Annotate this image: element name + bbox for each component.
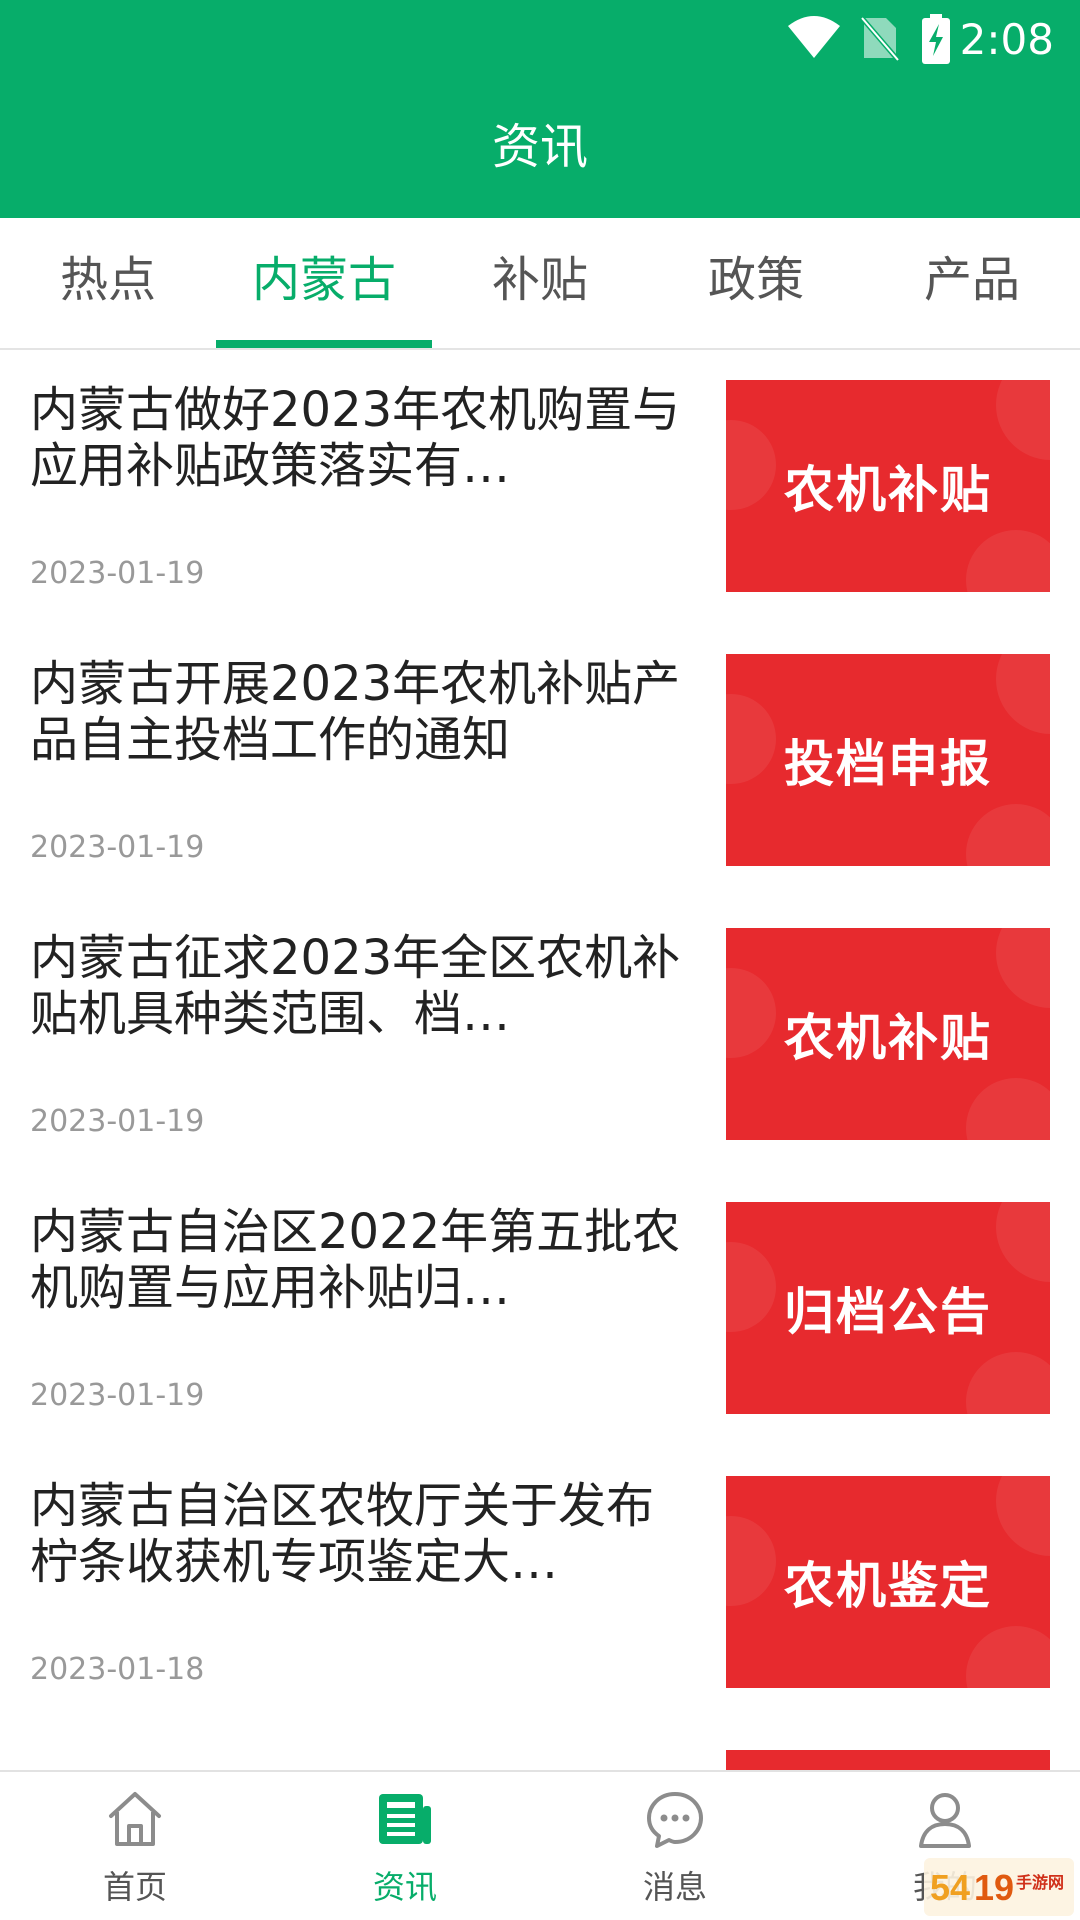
news-date: 2023-01-19 (30, 1378, 205, 1413)
nav-messages[interactable]: 消息 (540, 1772, 810, 1920)
news-date: 2023-01-19 (30, 830, 205, 865)
news-thumbnail: 投档申报 (726, 654, 1050, 866)
svg-text:19: 19 (974, 1867, 1014, 1908)
news-title: 内蒙古开展2023年农机补贴产品自主投档工作的通知 (30, 656, 681, 768)
nav-home-label: 首页 (102, 1868, 167, 1906)
user-icon (919, 1793, 971, 1848)
news-date: 2023-01-18 (30, 1652, 205, 1687)
news-date: 2023-01-19 (30, 556, 205, 591)
wifi-icon (788, 16, 840, 58)
svg-text:54: 54 (930, 1867, 970, 1908)
tab-hot[interactable]: 热点 (0, 218, 216, 348)
battery-charging-icon (922, 14, 950, 64)
nav-messages-label: 消息 (642, 1868, 707, 1906)
news-title: 内蒙古征求2023年全区农机补贴机具种类范围、档… (30, 930, 681, 1042)
news-item[interactable]: 内蒙古征求2023年全区农机补贴机具种类范围、档… 2023-01-19 农机补… (0, 900, 1080, 1174)
nav-news-label: 资讯 (372, 1868, 437, 1906)
status-bar: 2:08 (0, 0, 1080, 80)
tab-inner-mongolia-label: 内蒙古 (251, 252, 396, 308)
home-icon (109, 1792, 161, 1846)
nav-home[interactable]: 首页 (0, 1772, 270, 1920)
news-icon (379, 1794, 431, 1844)
active-tab-indicator (216, 340, 432, 348)
message-icon (647, 1792, 703, 1848)
news-title: 内蒙古做好2023年农机购置与应用补贴政策落实有… (30, 382, 681, 494)
nav-news[interactable]: 资讯 (270, 1772, 540, 1920)
bottom-nav: 首页 资讯 消息 我的 (0, 1770, 1080, 1920)
news-title: 内蒙古自治区农牧厅关于发布柠条收获机专项鉴定大… (30, 1478, 655, 1590)
category-tabs: 热点 内蒙古 补贴 政策 产品 (0, 218, 1080, 350)
news-thumbnail: 归档公告 (726, 1202, 1050, 1414)
thumbnail-label: 归档公告 (784, 1283, 992, 1341)
news-item[interactable]: 内蒙古开展2023年农机补贴产品自主投档工作的通知 2023-01-19 投档申… (0, 626, 1080, 900)
tab-product[interactable]: 产品 (864, 218, 1080, 348)
news-list: 内蒙古做好2023年农机购置与应用补贴政策落实有… 2023-01-19 农机补… (0, 352, 1080, 1770)
news-thumbnail (726, 1750, 1050, 1770)
page-title: 资讯 (491, 119, 588, 175)
tab-subsidy[interactable]: 补贴 (432, 218, 648, 348)
tab-inner-mongolia[interactable]: 内蒙古 (216, 218, 432, 348)
watermark-logo: 54 19 手游网 (924, 1858, 1074, 1916)
thumbnail-label: 农机补贴 (784, 1009, 992, 1067)
news-item[interactable]: 内蒙古自治区农牧厅关于发布柠条收获机专项鉴定大… 2023-01-18 农机鉴定 (0, 1448, 1080, 1722)
news-date: 2023-01-19 (30, 1104, 205, 1139)
news-thumbnail: 农机补贴 (726, 928, 1050, 1140)
news-item[interactable]: 内蒙古做好2023年农机购置与应用补贴政策落实有… 2023-01-19 农机补… (0, 352, 1080, 626)
news-item[interactable]: 内蒙古自治区2022年第五批农机购置与应用补贴归… 2023-01-19 归档公… (0, 1174, 1080, 1448)
thumbnail-label: 投档申报 (784, 735, 992, 793)
no-sim-icon (860, 16, 900, 62)
app-header: 2:08 资讯 (0, 0, 1080, 218)
thumbnail-label: 农机补贴 (784, 461, 992, 519)
news-item[interactable] (0, 1722, 1080, 1770)
tab-policy[interactable]: 政策 (648, 218, 864, 348)
news-title: 内蒙古自治区2022年第五批农机购置与应用补贴归… (30, 1204, 681, 1316)
svg-text:手游网: 手游网 (1016, 1873, 1064, 1892)
news-thumbnail: 农机鉴定 (726, 1476, 1050, 1688)
news-thumbnail: 农机补贴 (726, 380, 1050, 592)
thumbnail-label: 农机鉴定 (784, 1557, 992, 1615)
status-time: 2:08 (959, 15, 1054, 64)
